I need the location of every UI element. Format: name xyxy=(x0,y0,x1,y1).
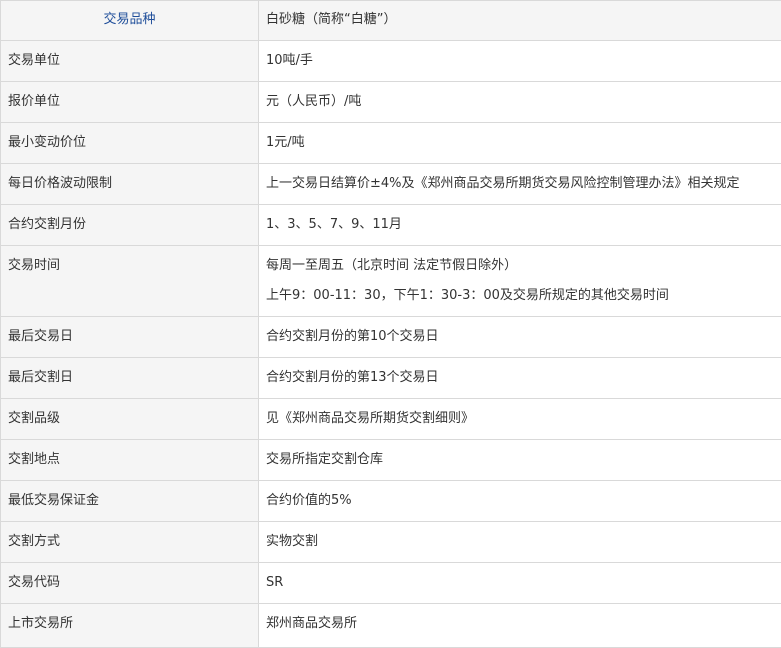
row-value-cell: 上一交易日结算价±4%及《郑州商品交易所期货交易风险控制管理办法》相关规定 xyxy=(259,164,781,205)
row-label: 交易单位 xyxy=(8,41,251,70)
row-label-cell: 最后交易日 xyxy=(1,317,259,358)
row-label-cell: 交割地点 xyxy=(1,440,259,481)
row-value: 合约交割月份的第13个交易日 xyxy=(266,358,774,387)
row-value: 元（人民币）/吨 xyxy=(266,82,774,111)
row-label-cell: 上市交易所 xyxy=(1,604,259,648)
table-row: 交割方式 实物交割 xyxy=(1,522,781,563)
row-label: 合约交割月份 xyxy=(8,205,251,234)
table-row: 交易单位 10吨/手 xyxy=(1,41,781,82)
row-value-cell: SR xyxy=(259,563,781,604)
table-row: 最低交易保证金 合约价值的5% xyxy=(1,481,781,522)
row-value: 交易所指定交割仓库 xyxy=(266,440,774,469)
row-label: 交割地点 xyxy=(8,440,251,469)
row-value: 上一交易日结算价±4%及《郑州商品交易所期货交易风险控制管理办法》相关规定 xyxy=(266,164,774,193)
row-value-cell: 1、3、5、7、9、11月 xyxy=(259,205,781,246)
row-label: 最后交割日 xyxy=(8,358,251,387)
row-label: 上市交易所 xyxy=(8,604,251,633)
row-label-cell: 交易代码 xyxy=(1,563,259,604)
table-row: 最小变动价位 1元/吨 xyxy=(1,123,781,164)
row-label: 每日价格波动限制 xyxy=(8,164,251,193)
table-row: 最后交易日 合约交割月份的第10个交易日 xyxy=(1,317,781,358)
row-label: 交割品级 xyxy=(8,399,251,428)
table-row: 交割地点 交易所指定交割仓库 xyxy=(1,440,781,481)
row-value-line-2: 上午9：00-11：30，下午1：30-3：00及交易所规定的其他交易时间 xyxy=(266,287,774,305)
row-value: 1、3、5、7、9、11月 xyxy=(266,205,774,234)
row-label-cell: 交割方式 xyxy=(1,522,259,563)
header-label: 交易品种 xyxy=(8,1,251,29)
header-label-cell: 交易品种 xyxy=(1,1,259,41)
row-label-cell: 最低交易保证金 xyxy=(1,481,259,522)
row-label-cell: 合约交割月份 xyxy=(1,205,259,246)
table-row: 每日价格波动限制 上一交易日结算价±4%及《郑州商品交易所期货交易风险控制管理办… xyxy=(1,164,781,205)
row-value-cell: 合约交割月份的第10个交易日 xyxy=(259,317,781,358)
row-label: 交割方式 xyxy=(8,522,251,551)
header-value-cell: 白砂糖（简称“白糖”） xyxy=(259,1,781,41)
row-value-cell: 合约交割月份的第13个交易日 xyxy=(259,358,781,399)
row-value: 每周一至周五（北京时间 法定节假日除外） xyxy=(266,258,517,273)
row-value: 合约交割月份的第10个交易日 xyxy=(266,317,774,346)
row-label-cell: 交易单位 xyxy=(1,41,259,82)
row-value: 郑州商品交易所 xyxy=(266,604,774,633)
row-value-cell: 元（人民币）/吨 xyxy=(259,82,781,123)
row-value-cell: 每周一至周五（北京时间 法定节假日除外） 上午9：00-11：30，下午1：30… xyxy=(259,246,781,317)
row-value: 合约价值的5% xyxy=(266,481,774,510)
row-value-cell: 10吨/手 xyxy=(259,41,781,82)
row-label-cell: 最小变动价位 xyxy=(1,123,259,164)
row-value: SR xyxy=(266,563,774,592)
row-label: 交易代码 xyxy=(8,563,251,592)
row-value-cell: 1元/吨 xyxy=(259,123,781,164)
table-header-row: 交易品种 白砂糖（简称“白糖”） xyxy=(1,1,781,41)
row-label: 最低交易保证金 xyxy=(8,481,251,510)
row-label: 交易时间 xyxy=(8,246,251,275)
row-value: 10吨/手 xyxy=(266,41,774,70)
table-row: 交割品级 见《郑州商品交易所期货交割细则》 xyxy=(1,399,781,440)
row-label: 报价单位 xyxy=(8,82,251,111)
row-label-cell: 交割品级 xyxy=(1,399,259,440)
row-value-cell: 郑州商品交易所 xyxy=(259,604,781,648)
row-value: 见《郑州商品交易所期货交割细则》 xyxy=(266,399,774,428)
header-value: 白砂糖（简称“白糖”） xyxy=(266,1,774,29)
table-row: 合约交割月份 1、3、5、7、9、11月 xyxy=(1,205,781,246)
contract-spec-table: 交易品种 白砂糖（简称“白糖”） 交易单位 10吨/手 报价单位 元（人民币）/… xyxy=(0,0,781,648)
row-value-cell: 见《郑州商品交易所期货交割细则》 xyxy=(259,399,781,440)
row-label-cell: 交易时间 xyxy=(1,246,259,317)
table-row: 报价单位 元（人民币）/吨 xyxy=(1,82,781,123)
row-value: 1元/吨 xyxy=(266,123,774,152)
row-value: 实物交割 xyxy=(266,522,774,551)
row-label-cell: 最后交割日 xyxy=(1,358,259,399)
row-value-cell: 交易所指定交割仓库 xyxy=(259,440,781,481)
table-row: 最后交割日 合约交割月份的第13个交易日 xyxy=(1,358,781,399)
table-row: 交易代码 SR xyxy=(1,563,781,604)
table-row: 交易时间 每周一至周五（北京时间 法定节假日除外） 上午9：00-11：30，下… xyxy=(1,246,781,317)
row-value-cell: 合约价值的5% xyxy=(259,481,781,522)
row-label: 最小变动价位 xyxy=(8,123,251,152)
row-label-cell: 报价单位 xyxy=(1,82,259,123)
table-row: 上市交易所 郑州商品交易所 xyxy=(1,604,781,648)
row-label-cell: 每日价格波动限制 xyxy=(1,164,259,205)
row-label: 最后交易日 xyxy=(8,317,251,346)
row-value-cell: 实物交割 xyxy=(259,522,781,563)
